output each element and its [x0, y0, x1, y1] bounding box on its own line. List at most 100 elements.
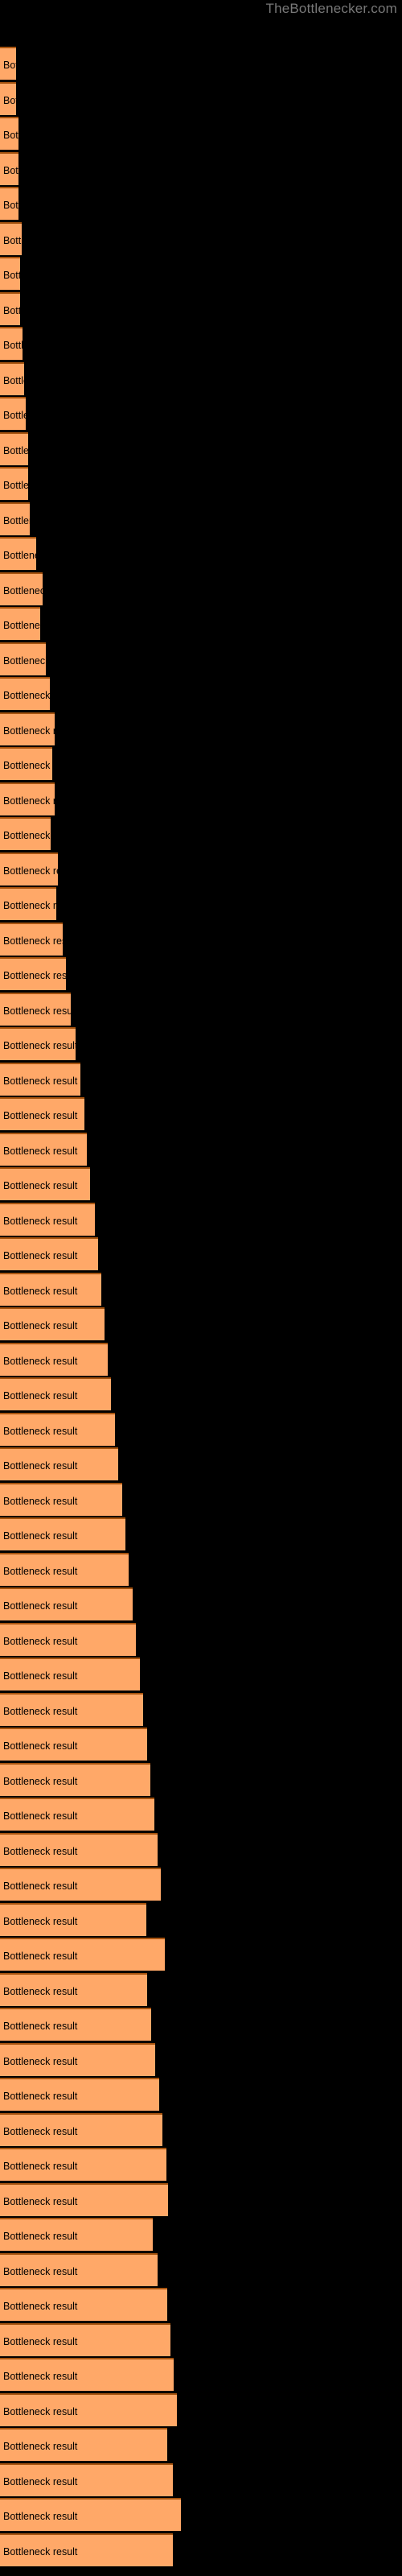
bar-22: Bottleneck result: [0, 782, 55, 815]
bar-46: Bottleneck result: [0, 1622, 136, 1656]
bar-14: Bottleneck result: [0, 502, 30, 535]
bar-label: Bottleneck result: [3, 1775, 78, 1787]
bar-69: Bottleneck result: [0, 2428, 167, 2461]
bar-67: Bottleneck result: [0, 2358, 174, 2391]
bar-label: Bottleneck result: [3, 584, 43, 597]
bar-label: Bottleneck result: [3, 130, 18, 141]
bar-label: Bottleneck result: [3, 2265, 78, 2277]
bar-label: Bottleneck result: [3, 2125, 78, 2137]
bar-label: Bottleneck result: [3, 304, 20, 316]
bar-label: Bottleneck result: [3, 1250, 78, 1261]
bar-3: Bottleneck result: [0, 117, 18, 150]
bar-label: Bottleneck result: [3, 900, 56, 911]
bar-label: Bottleneck result: [3, 480, 28, 491]
bar-label: Bottleneck result: [3, 620, 40, 631]
bar-2: Bottleneck result: [0, 81, 16, 115]
bar-61: Bottleneck result: [0, 2148, 166, 2181]
bar-label: Bottleneck result: [3, 1600, 78, 1612]
bar-37: Bottleneck result: [0, 1307, 105, 1340]
bar-label: Bottleneck result: [3, 724, 55, 737]
bar-57: Bottleneck result: [0, 2008, 151, 2041]
bar-25: Bottleneck result: [0, 887, 56, 920]
bar-label: Bottleneck result: [3, 270, 20, 281]
bar-45: Bottleneck result: [0, 1587, 133, 1620]
bar-32: Bottleneck result: [0, 1132, 87, 1166]
bar-label: Bottleneck result: [3, 2161, 78, 2172]
bar-label: Bottleneck result: [3, 2335, 78, 2347]
bar-17: Bottleneck result: [0, 607, 40, 640]
bar-label: Bottleneck result: [3, 865, 58, 877]
bar-27: Bottleneck result: [0, 957, 66, 990]
bar-label: Bottleneck result: [3, 1951, 78, 1962]
bar-58: Bottleneck result: [0, 2042, 155, 2076]
bar-54: Bottleneck result: [0, 1902, 146, 1936]
bar-6: Bottleneck result: [0, 221, 22, 255]
bar-53: Bottleneck result: [0, 1868, 161, 1901]
bar-13: Bottleneck result: [0, 467, 28, 500]
bar-5: Bottleneck result: [0, 187, 18, 220]
bar-label: Bottleneck result: [3, 1670, 78, 1682]
bar-16: Bottleneck result: [0, 572, 43, 605]
bar-56: Bottleneck result: [0, 1972, 147, 2006]
bar-label: Bottleneck result: [3, 1005, 71, 1017]
bar-label: Bottleneck result: [3, 1565, 78, 1577]
bar-62: Bottleneck result: [0, 2182, 168, 2216]
bar-66: Bottleneck result: [0, 2322, 170, 2356]
bar-40: Bottleneck result: [0, 1412, 115, 1446]
bar-42: Bottleneck result: [0, 1482, 122, 1516]
bar-label: Bottleneck result: [3, 2511, 78, 2522]
bar-label: Bottleneck result: [3, 1810, 78, 1822]
bar-24: Bottleneck result: [0, 852, 58, 886]
bar-label: Bottleneck result: [3, 2371, 78, 2382]
bar-7: Bottleneck result: [0, 257, 20, 290]
bar-59: Bottleneck result: [0, 2078, 159, 2111]
bar-label: Bottleneck result: [3, 234, 22, 246]
bar-28: Bottleneck result: [0, 992, 71, 1026]
bar-label: Bottleneck result: [3, 340, 23, 351]
bar-23: Bottleneck result: [0, 817, 51, 850]
bar-label: Bottleneck result: [3, 2441, 78, 2452]
bar-label: Bottleneck result: [3, 164, 18, 176]
bar-9: Bottleneck result: [0, 327, 23, 360]
bar-8: Bottleneck result: [0, 291, 20, 325]
bar-12: Bottleneck result: [0, 431, 28, 465]
bar-label: Bottleneck result: [3, 935, 63, 947]
bar-label: Bottleneck result: [3, 410, 26, 421]
bar-label: Bottleneck result: [3, 2091, 78, 2102]
bar-label: Bottleneck result: [3, 1390, 78, 1402]
bar-label: Bottleneck result: [3, 1740, 78, 1752]
bar-label: Bottleneck result: [3, 1075, 78, 1087]
bar-1: Bottleneck result: [0, 47, 16, 80]
bar-64: Bottleneck result: [0, 2252, 158, 2286]
bar-label: Bottleneck result: [3, 200, 18, 211]
bar-43: Bottleneck result: [0, 1517, 125, 1550]
bar-label: Bottleneck result: [3, 690, 50, 701]
bar-35: Bottleneck result: [0, 1237, 98, 1270]
bar-15: Bottleneck result: [0, 537, 36, 570]
bar-label: Bottleneck result: [3, 830, 51, 841]
bar-label: Bottleneck result: [3, 1355, 78, 1367]
bar-label: Bottleneck result: [3, 2195, 78, 2207]
bar-10: Bottleneck result: [0, 361, 24, 395]
bar-label: Bottleneck result: [3, 1110, 78, 1121]
bar-label: Bottleneck result: [3, 2055, 78, 2067]
bar-68: Bottleneck result: [0, 2392, 177, 2426]
bar-label: Bottleneck result: [3, 2475, 78, 2487]
bar-label: Bottleneck result: [3, 760, 52, 771]
bar-label: Bottleneck result: [3, 1705, 78, 1717]
bar-4: Bottleneck result: [0, 151, 18, 185]
bar-label: Bottleneck result: [3, 1285, 78, 1297]
bar-label: Bottleneck result: [3, 1215, 78, 1227]
bar-72: Bottleneck result: [0, 2533, 173, 2566]
bar-chart-canvas: TheBottlenecker.com Bottleneck result Bot…: [0, 0, 402, 2576]
bar-label: Bottleneck result: [3, 1145, 78, 1157]
bar-50: Bottleneck result: [0, 1762, 150, 1796]
bar-label: Bottleneck result: [3, 94, 16, 106]
bar-label: Bottleneck result: [3, 374, 24, 386]
bar-60: Bottleneck result: [0, 2112, 162, 2146]
bar-26: Bottleneck result: [0, 922, 63, 956]
bar-49: Bottleneck result: [0, 1728, 147, 1761]
bar-41: Bottleneck result: [0, 1447, 118, 1480]
bar-label: Bottleneck result: [3, 654, 46, 667]
bar-39: Bottleneck result: [0, 1377, 111, 1410]
